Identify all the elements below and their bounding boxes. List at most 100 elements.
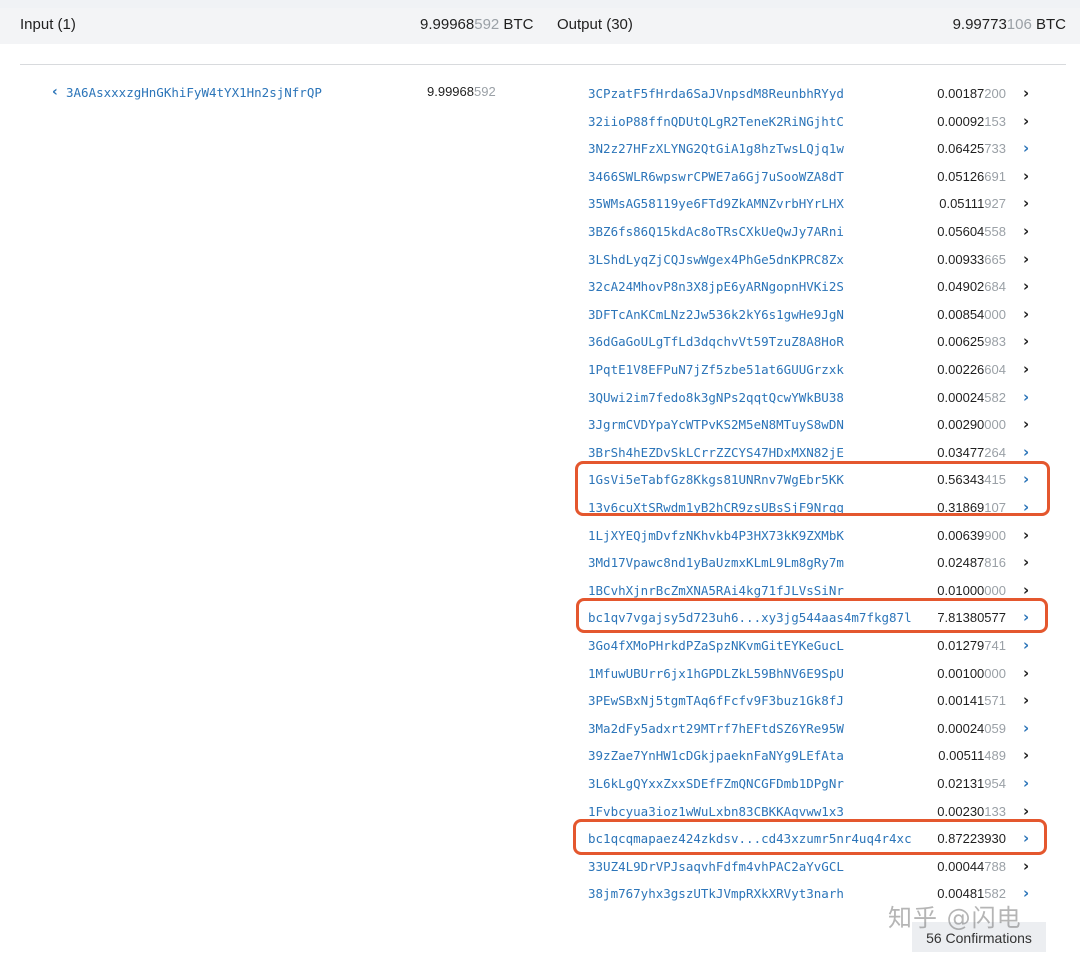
output-row[interactable]: bc1qcqmapaez424zkdsv...cd43xzumr5nr4uq4r… <box>588 829 1048 849</box>
output-address[interactable]: 39zZae7YnHW1cDGkjpaeknFaNYg9LEfAta <box>588 748 844 763</box>
chevron-right-icon[interactable]: › <box>1023 774 1029 792</box>
output-row[interactable]: 1MfuwUBUrr6jx1hGPDLZkL59BhNV6E9SpU 0.0010… <box>588 664 1048 684</box>
output-row[interactable]: 36dGaGoULgTfLd3dqchvVt59TzuZ8A8HoR 0.0062… <box>588 332 1048 352</box>
chevron-right-icon[interactable]: › <box>1023 332 1029 350</box>
output-address[interactable]: 3Ma2dFy5adxrt29MTrf7hEFtdSZ6YRe95W <box>588 721 844 736</box>
output-row[interactable]: 3N2z27HFzXLYNG2QtGiA1g8hzTwsLQjq1w 0.0642… <box>588 139 1048 159</box>
output-row[interactable]: 1GsVi5eTabfGz8Kkgs81UNRnv7WgEbr5KK 0.5634… <box>588 470 1048 490</box>
chevron-right-icon[interactable]: › <box>1023 553 1029 571</box>
chevron-right-icon[interactable]: › <box>1023 470 1029 488</box>
chevron-right-icon[interactable]: › <box>1023 608 1029 626</box>
output-row[interactable]: 3Go4fXMoPHrkdPZaSpzNKvmGitEYKeGucL 0.0127… <box>588 636 1048 656</box>
output-amount-strong: 0.00024 <box>937 389 985 405</box>
input-address-link[interactable]: ‹ 3A6AsxxxzgHnGKhiFyW4tYX1Hn2sjNfrQP <box>52 84 322 100</box>
output-address[interactable]: 33UZ4L9DrVPJsaqvhFdfm4vhPAC2aYvGCL <box>588 859 844 874</box>
output-address[interactable]: 3CPzatF5fHrda6SaJVnpsdM8ReunbhRYyd <box>588 86 844 101</box>
output-row[interactable]: 3466SWLR6wpswrCPWE7a6Gj7uSooWZA8dT 0.0512… <box>588 167 1048 187</box>
output-address[interactable]: 3N2z27HFzXLYNG2QtGiA1g8hzTwsLQjq1w <box>588 141 844 156</box>
input-address[interactable]: 3A6AsxxxzgHnGKhiFyW4tYX1Hn2sjNfrQP <box>66 85 322 100</box>
output-row[interactable]: 3Md17Vpawc8nd1yBaUzmxKLmL9Lm8gRy7m 0.0248… <box>588 553 1048 573</box>
output-amount-strong: 0.00230 <box>937 803 985 819</box>
output-address[interactable]: 3BZ6fs86Q15kdAc8oTRsCXkUeQwJy7ARni <box>588 224 844 239</box>
output-address[interactable]: 38jm767yhx3gszUTkJVmpRXkXRVyt3narh <box>588 886 844 901</box>
output-address[interactable]: 32cA24MhovP8n3X8jpE6yARNgopnHVKi2S <box>588 279 844 294</box>
chevron-right-icon[interactable]: › <box>1023 139 1029 157</box>
output-row[interactable]: 35WMsAG58119ye6FTd9ZkAMNZvrbHYrLHX 0.0511… <box>588 194 1048 214</box>
output-row[interactable]: 33UZ4L9DrVPJsaqvhFdfm4vhPAC2aYvGCL 0.0004… <box>588 857 1048 877</box>
output-row[interactable]: 13v6cuXtSRwdm1yB2hCR9zsUBsSjF9Nrqq 0.3186… <box>588 498 1048 518</box>
chevron-right-icon[interactable]: › <box>1023 388 1029 406</box>
output-amount-strong: 0.00092 <box>937 113 985 129</box>
output-row[interactable]: 39zZae7YnHW1cDGkjpaeknFaNYg9LEfAta 0.0051… <box>588 746 1048 766</box>
chevron-right-icon[interactable]: › <box>1023 664 1029 682</box>
chevron-right-icon[interactable]: › <box>1023 305 1029 323</box>
output-row[interactable]: 3QUwi2im7fedo8k3gNPs2qqtQcwYWkBU38 0.0002… <box>588 388 1048 408</box>
output-address[interactable]: 1GsVi5eTabfGz8Kkgs81UNRnv7WgEbr5KK <box>588 472 844 487</box>
output-address[interactable]: 1Fvbcyua3ioz1wWuLxbn83CBKKAqvww1x3 <box>588 804 844 819</box>
chevron-right-icon[interactable]: › <box>1023 857 1029 875</box>
output-address[interactable]: 3DFTcAnKCmLNz2Jw536k2kY6s1gwHe9JgN <box>588 307 844 322</box>
output-amount: 0.00226604 <box>937 362 1006 377</box>
output-row[interactable]: 32cA24MhovP8n3X8jpE6yARNgopnHVKi2S 0.0490… <box>588 277 1048 297</box>
output-row[interactable]: 3Ma2dFy5adxrt29MTrf7hEFtdSZ6YRe95W 0.0002… <box>588 719 1048 739</box>
output-row[interactable]: 1LjXYEQjmDvfzNKhvkb4P3HX73kK9ZXMbK 0.0063… <box>588 526 1048 546</box>
output-amount-light: 983 <box>984 334 1006 350</box>
output-address[interactable]: 3BrSh4hEZDvSkLCrrZZCYS47HDxMXN82jE <box>588 445 844 460</box>
output-address[interactable]: 1LjXYEQjmDvfzNKhvkb4P3HX73kK9ZXMbK <box>588 528 844 543</box>
output-row[interactable]: 3BrSh4hEZDvSkLCrrZZCYS47HDxMXN82jE 0.0347… <box>588 443 1048 463</box>
output-row[interactable]: 1PqtE1V8EFPuN7jZf5zbe51at6GUUGrzxk 0.0022… <box>588 360 1048 380</box>
output-row[interactable]: 3DFTcAnKCmLNz2Jw536k2kY6s1gwHe9JgN 0.0085… <box>588 305 1048 325</box>
chevron-right-icon[interactable]: › <box>1023 884 1029 902</box>
output-row[interactable]: 3PEwSBxNj5tgmTAq6fFcfv9F3buz1Gk8fJ 0.0014… <box>588 691 1048 711</box>
output-address[interactable]: 36dGaGoULgTfLd3dqchvVt59TzuZ8A8HoR <box>588 334 844 349</box>
chevron-right-icon[interactable]: › <box>1023 250 1029 268</box>
output-address[interactable]: 3L6kLgQYxxZxxSDEfFZmQNCGFDmb1DPgNr <box>588 776 844 791</box>
output-address[interactable]: 35WMsAG58119ye6FTd9ZkAMNZvrbHYrLHX <box>588 196 844 211</box>
output-address[interactable]: 32iioP88ffnQDUtQLgR2TeneK2RiNGjhtC <box>588 114 844 129</box>
output-row[interactable]: 3L6kLgQYxxZxxSDEfFZmQNCGFDmb1DPgNr 0.0213… <box>588 774 1048 794</box>
output-address[interactable]: 3LShdLyqZjCQJswWgex4PhGe5dnKPRC8Zx <box>588 252 844 267</box>
output-amount-strong: 0.00044 <box>937 858 985 874</box>
output-address[interactable]: 3JgrmCVDYpaYcWTPvKS2M5eN8MTuyS8wDN <box>588 417 844 432</box>
chevron-right-icon[interactable]: › <box>1023 415 1029 433</box>
output-row[interactable]: 3JgrmCVDYpaYcWTPvKS2M5eN8MTuyS8wDN 0.0029… <box>588 415 1048 435</box>
output-row[interactable]: 1BCvhXjnrBcZmXNA5RAi4kg71fJLVsSiNr 0.0100… <box>588 581 1048 601</box>
output-row[interactable]: 3CPzatF5fHrda6SaJVnpsdM8ReunbhRYyd 0.0018… <box>588 84 1048 104</box>
chevron-right-icon[interactable]: › <box>1023 746 1029 764</box>
output-amount-strong: 0.00141 <box>937 693 985 709</box>
chevron-right-icon[interactable]: › <box>1023 360 1029 378</box>
chevron-right-icon[interactable]: › <box>1023 222 1029 240</box>
output-row[interactable]: 32iioP88ffnQDUtQLgR2TeneK2RiNGjhtC 0.0009… <box>588 112 1048 132</box>
chevron-right-icon[interactable]: › <box>1023 194 1029 212</box>
chevron-right-icon[interactable]: › <box>1023 719 1029 737</box>
chevron-right-icon[interactable]: › <box>1023 443 1029 461</box>
output-address[interactable]: bc1qv7vgajsy5d723uh6...xy3jg544aas4m7fkg… <box>588 610 912 625</box>
output-address[interactable]: 1PqtE1V8EFPuN7jZf5zbe51at6GUUGrzxk <box>588 362 844 377</box>
output-row[interactable]: bc1qv7vgajsy5d723uh6...xy3jg544aas4m7fkg… <box>588 608 1048 628</box>
chevron-right-icon[interactable]: › <box>1023 526 1029 544</box>
chevron-right-icon[interactable]: › <box>1023 802 1029 820</box>
chevron-right-icon[interactable]: › <box>1023 581 1029 599</box>
output-address[interactable]: 13v6cuXtSRwdm1yB2hCR9zsUBsSjF9Nrqq <box>588 500 844 515</box>
output-row[interactable]: 1Fvbcyua3ioz1wWuLxbn83CBKKAqvww1x3 0.0023… <box>588 802 1048 822</box>
output-row[interactable]: 3BZ6fs86Q15kdAc8oTRsCXkUeQwJy7ARni 0.0560… <box>588 222 1048 242</box>
output-address[interactable]: 3Go4fXMoPHrkdPZaSpzNKvmGitEYKeGucL <box>588 638 844 653</box>
chevron-right-icon[interactable]: › <box>1023 167 1029 185</box>
output-address[interactable]: bc1qcqmapaez424zkdsv...cd43xzumr5nr4uq4r… <box>588 831 912 846</box>
chevron-right-icon[interactable]: › <box>1023 498 1029 516</box>
chevron-left-icon[interactable]: ‹ <box>52 84 66 100</box>
chevron-right-icon[interactable]: › <box>1023 829 1029 847</box>
chevron-right-icon[interactable]: › <box>1023 112 1029 130</box>
output-amount: 0.00024582 <box>937 390 1006 405</box>
output-address[interactable]: 3Md17Vpawc8nd1yBaUzmxKLmL9Lm8gRy7m <box>588 555 844 570</box>
output-address[interactable]: 1BCvhXjnrBcZmXNA5RAi4kg71fJLVsSiNr <box>588 583 844 598</box>
output-row[interactable]: 3LShdLyqZjCQJswWgex4PhGe5dnKPRC8Zx 0.0093… <box>588 250 1048 270</box>
chevron-right-icon[interactable]: › <box>1023 277 1029 295</box>
output-address[interactable]: 3466SWLR6wpswrCPWE7a6Gj7uSooWZA8dT <box>588 169 844 184</box>
chevron-right-icon[interactable]: › <box>1023 84 1029 102</box>
chevron-right-icon[interactable]: › <box>1023 691 1029 709</box>
output-address[interactable]: 3PEwSBxNj5tgmTAq6fFcfv9F3buz1Gk8fJ <box>588 693 844 708</box>
output-address[interactable]: 1MfuwUBUrr6jx1hGPDLZkL59BhNV6E9SpU <box>588 666 844 681</box>
chevron-right-icon[interactable]: › <box>1023 636 1029 654</box>
output-address[interactable]: 3QUwi2im7fedo8k3gNPs2qqtQcwYWkBU38 <box>588 390 844 405</box>
